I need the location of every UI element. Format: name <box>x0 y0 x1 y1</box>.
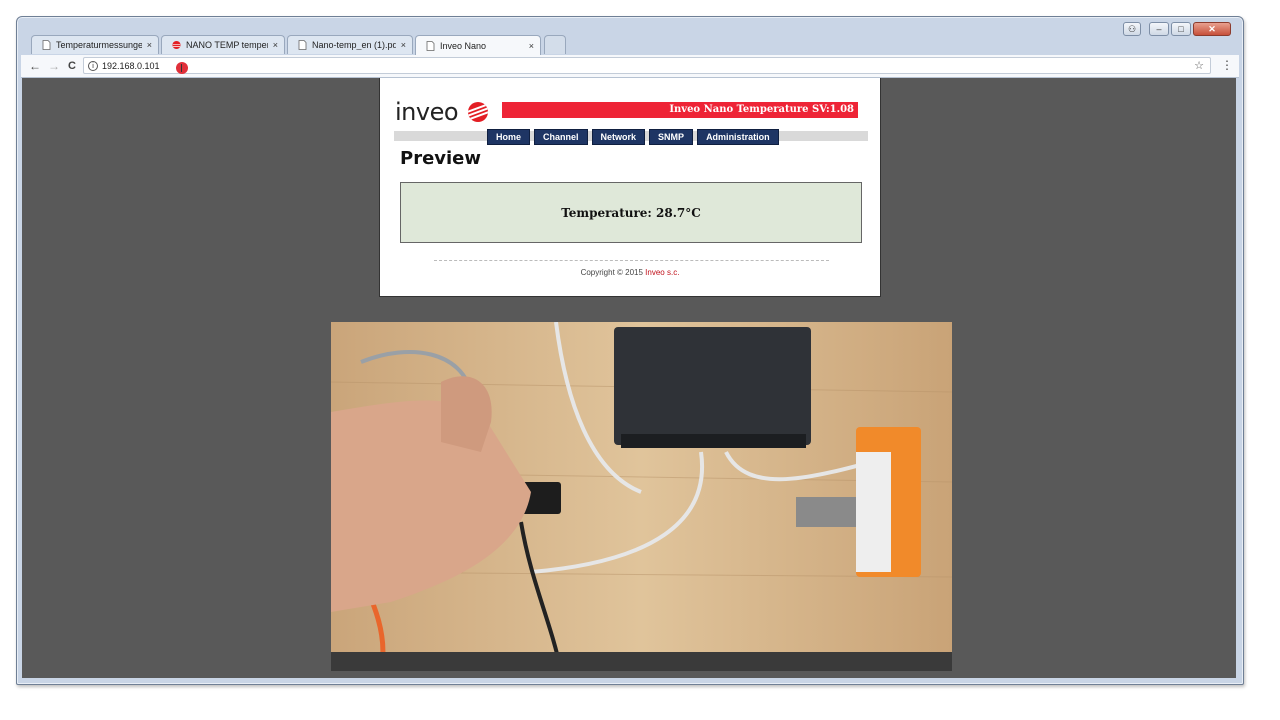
nav-menu: Home Channel Network SNMP Administration <box>487 129 779 145</box>
inveo-logo-icon <box>468 102 488 122</box>
browser-window: ⚇ – □ ✕ Temperaturmessungen × NANO TEMP … <box>16 16 1244 685</box>
menu-icon[interactable]: ⋮ <box>1221 58 1233 72</box>
copyright-text: Copyright © 2015 <box>580 268 646 277</box>
divider <box>434 260 829 261</box>
nav-channel[interactable]: Channel <box>534 129 588 145</box>
inveo-logo: inveo <box>395 98 459 126</box>
info-icon[interactable]: i <box>88 60 98 71</box>
tab-label: Temperaturmessungen <box>56 40 142 50</box>
company-link[interactable]: Inveo s.c. <box>645 268 679 277</box>
temperature-reading: Temperature: 28.7°C <box>561 206 701 220</box>
tab-strip: Temperaturmessungen × NANO TEMP temperat… <box>25 35 925 55</box>
copyright: Copyright © 2015 Inveo s.c. <box>380 268 880 277</box>
window-controls: ⚇ – □ ✕ <box>1123 22 1231 36</box>
close-tab-icon[interactable]: × <box>529 41 534 51</box>
mouse-cursor-icon <box>176 62 188 74</box>
reload-button[interactable]: C <box>64 58 80 74</box>
close-window-button[interactable]: ✕ <box>1193 22 1231 36</box>
tab-label: Nano-temp_en (1).pdf <box>312 40 396 50</box>
inveo-web-panel: inveo Inveo Nano Temperature SV:1.08 Hom… <box>379 78 881 297</box>
tab-temperaturmessungen[interactable]: Temperaturmessungen × <box>31 35 159 54</box>
hardware-photo <box>331 322 952 671</box>
url-text: 192.168.0.101 <box>102 60 160 71</box>
page-title: Preview <box>400 148 482 169</box>
temperature-panel: Temperature: 28.7°C <box>400 182 862 243</box>
browser-toolbar: ← → C i 192.168.0.101 ☆ ⋮ <box>21 55 1239 78</box>
nav-snmp[interactable]: SNMP <box>649 129 694 145</box>
nav-administration[interactable]: Administration <box>697 129 779 145</box>
page-icon <box>426 40 435 51</box>
tab-nano-temp-pdf[interactable]: Nano-temp_en (1).pdf × <box>287 35 413 54</box>
bookmark-star-icon[interactable]: ☆ <box>1194 59 1204 72</box>
page-viewport: inveo Inveo Nano Temperature SV:1.08 Hom… <box>22 78 1236 678</box>
close-tab-icon[interactable]: × <box>401 40 406 50</box>
back-button[interactable]: ← <box>27 58 43 74</box>
minimize-button[interactable]: – <box>1149 22 1169 36</box>
nav-network[interactable]: Network <box>591 129 646 145</box>
tab-label: NANO TEMP temperatu <box>186 40 268 50</box>
inveo-favicon-icon <box>172 40 181 50</box>
maximize-button[interactable]: □ <box>1171 22 1191 36</box>
close-tab-icon[interactable]: × <box>273 40 278 50</box>
page-icon <box>298 40 307 50</box>
tab-label: Inveo Nano <box>440 40 487 51</box>
nav-home[interactable]: Home <box>487 129 531 145</box>
tab-inveo-nano[interactable]: Inveo Nano × <box>415 35 541 55</box>
close-tab-icon[interactable]: × <box>147 40 152 50</box>
address-bar[interactable]: i 192.168.0.101 ☆ <box>83 57 1211 74</box>
forward-button[interactable]: → <box>46 58 62 74</box>
page-icon <box>42 40 51 50</box>
device-banner: Inveo Nano Temperature SV:1.08 <box>502 102 858 118</box>
new-tab-button[interactable] <box>544 35 566 54</box>
user-icon[interactable]: ⚇ <box>1123 22 1141 36</box>
tab-nano-temp[interactable]: NANO TEMP temperatu × <box>161 35 285 54</box>
